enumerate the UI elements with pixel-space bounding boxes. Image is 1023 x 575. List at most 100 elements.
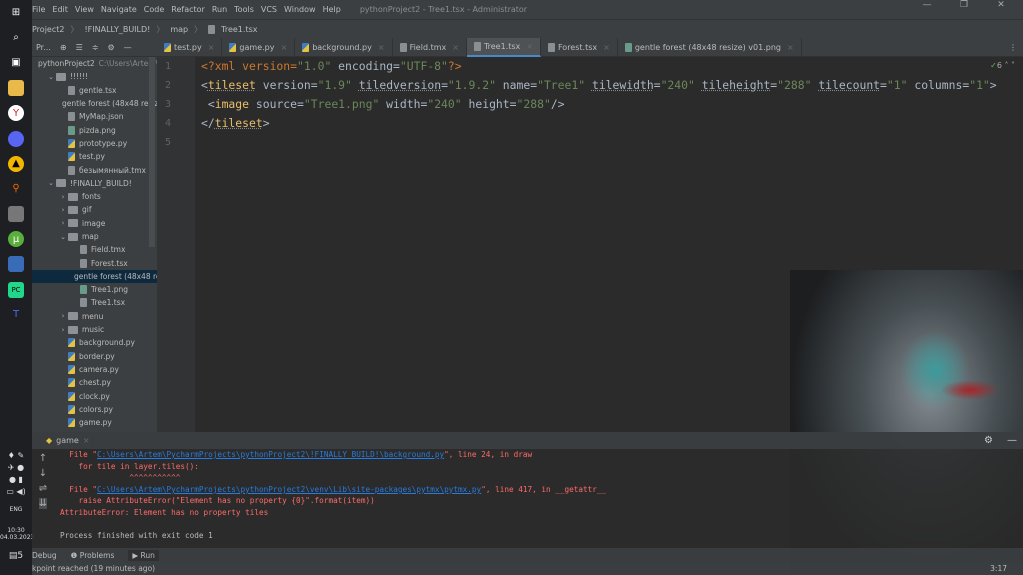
close-tab-icon[interactable]: ×	[208, 43, 215, 52]
close-tab-icon[interactable]: ×	[83, 436, 90, 445]
search-icon[interactable]: ⌕	[8, 30, 24, 46]
tree-item[interactable]: chest.py	[32, 376, 157, 389]
tree-item[interactable]: border.py	[32, 350, 157, 363]
tree-item[interactable]: › menu	[32, 310, 157, 323]
breadcrumb-folder[interactable]: !FINALLY_BUILD!	[84, 25, 150, 34]
menu-help[interactable]: Help	[323, 5, 341, 14]
scroll-to-end-icon[interactable]: ⇊	[38, 498, 48, 509]
tree-item[interactable]: camera.py	[32, 363, 157, 376]
console-output[interactable]: File "C:\Users\Artem\PycharmProjects\pyt…	[60, 449, 606, 542]
language-indicator[interactable]: ENG	[0, 506, 32, 513]
windows-start-icon[interactable]: ⊞	[8, 5, 24, 21]
pycharm-icon[interactable]: PC	[8, 281, 24, 298]
clock[interactable]: 10:30	[0, 527, 32, 534]
hide-icon[interactable]: —	[1007, 435, 1017, 446]
menu-view[interactable]: View	[75, 5, 94, 14]
tree-item[interactable]: › music	[32, 323, 157, 336]
settings-icon[interactable]: ⚙	[984, 435, 993, 446]
breadcrumb-map[interactable]: map	[170, 25, 188, 34]
menu-vcs[interactable]: VCS	[261, 5, 277, 14]
tree-item[interactable]: MyMap.json	[32, 110, 157, 123]
tree-item[interactable]: test.py	[32, 150, 157, 163]
close-tab-icon[interactable]: ×	[603, 43, 610, 52]
menu-window[interactable]: Window	[284, 5, 316, 14]
close-tab-icon[interactable]: ×	[526, 42, 533, 51]
settings-icon[interactable]: ⚙	[107, 43, 114, 52]
file-link[interactable]: C:\Users\Artem\PycharmProjects\pythonPro…	[97, 450, 444, 459]
menu-refactor[interactable]: Refactor	[171, 5, 205, 14]
tree-item[interactable]: background.py	[32, 336, 157, 349]
chevron-down-icon[interactable]: ⌄	[58, 233, 68, 241]
tab-forest-tsx[interactable]: Forest.tsx ×	[541, 37, 618, 57]
project-scrollbar[interactable]	[149, 57, 155, 247]
breadcrumb-file[interactable]: Tree1.tsx	[221, 25, 257, 34]
menu-edit[interactable]: Edit	[52, 5, 68, 14]
menu-navigate[interactable]: Navigate	[101, 5, 137, 14]
tree-item[interactable]: ⌄ !FINALLY_BUILD!	[32, 177, 157, 190]
chevron-right-icon[interactable]: ›	[58, 326, 68, 334]
tray-icons[interactable]: ♦ ✎ ✈ ● ● ▮ ▭ ◀)	[0, 450, 32, 498]
date[interactable]: 04.03.2023	[0, 534, 34, 541]
breadcrumb-project[interactable]: Project2	[32, 25, 64, 34]
down-arrow-icon[interactable]: ↓	[39, 468, 47, 479]
inspection-widget[interactable]: ✓6 ˄ ˅	[990, 61, 1015, 70]
chevron-down-icon[interactable]: ⌄	[46, 179, 56, 187]
notifications-icon[interactable]: ▤5	[0, 551, 32, 561]
close-tab-icon[interactable]: ×	[378, 43, 385, 52]
tree-item[interactable]: clock.py	[32, 389, 157, 402]
tab-gentle-forest-png[interactable]: gentle forest (48x48 resize) v01.png ×	[618, 37, 802, 57]
tab-problems[interactable]: ❶ Problems	[71, 551, 115, 560]
more-tabs-icon[interactable]: ⋮	[1009, 43, 1017, 52]
close-button[interactable]: ✕	[986, 0, 1016, 10]
utorrent-icon[interactable]: µ	[8, 231, 24, 248]
tree-item[interactable]: game.py	[32, 416, 157, 429]
app-icon[interactable]: ▲	[8, 155, 24, 172]
up-arrow-icon[interactable]: ↑	[39, 453, 47, 464]
tree-item[interactable]: gentle.tsx	[32, 84, 157, 97]
file-explorer-icon[interactable]	[8, 80, 24, 97]
tree-item[interactable]: Tree1.png	[32, 283, 157, 296]
tree-item[interactable]: Tree1.tsx	[32, 296, 157, 309]
task-view-icon[interactable]: ▣	[8, 55, 24, 71]
tree-item[interactable]: › fonts	[32, 190, 157, 203]
tree-item[interactable]: безымянный.tmx	[32, 163, 157, 176]
chevron-right-icon[interactable]: ›	[58, 193, 68, 201]
tree-item[interactable]: ⌄!!!!!!	[32, 70, 157, 83]
image-app-icon[interactable]	[8, 256, 24, 273]
collapse-all-icon[interactable]: ≑	[92, 43, 99, 52]
menu-file[interactable]: File	[32, 5, 45, 14]
tab-tree1-tsx[interactable]: Tree1.tsx ×	[466, 37, 541, 57]
tiled-icon[interactable]: T	[8, 307, 24, 323]
menu-code[interactable]: Code	[144, 5, 164, 14]
magnifier-app-icon[interactable]: ⚲	[8, 181, 24, 197]
tab-background-py[interactable]: background.py ×	[295, 37, 393, 57]
tab-game-py[interactable]: game.py ×	[222, 37, 296, 57]
discord-icon[interactable]	[8, 130, 24, 147]
tab-run[interactable]: ▶ Run	[128, 550, 159, 561]
yandex-browser-icon[interactable]: Y	[8, 105, 24, 122]
minimize-button[interactable]: —	[912, 0, 942, 10]
run-tab-game[interactable]: game	[56, 436, 79, 445]
tree-item[interactable]: › gif	[32, 203, 157, 216]
tab-test-py[interactable]: test.py ×	[157, 37, 223, 57]
expand-all-icon[interactable]: ☰	[76, 43, 83, 52]
restore-button[interactable]: ❐	[949, 0, 979, 10]
tree-item[interactable]: Forest.tsx	[32, 256, 157, 269]
tree-item[interactable]: ⌄ map	[32, 230, 157, 243]
tab-debug[interactable]: Debug	[32, 551, 57, 560]
chevron-right-icon[interactable]: ›	[58, 219, 68, 227]
file-link[interactable]: C:\Users\Artem\PycharmProjects\pythonPro…	[97, 485, 481, 494]
close-tab-icon[interactable]: ×	[787, 43, 794, 52]
hide-icon[interactable]: —	[124, 43, 132, 52]
tree-item[interactable]: pythonProject2 C:\Users\Artem\	[32, 57, 157, 70]
chevron-down-icon[interactable]: ⌄	[46, 73, 56, 81]
close-tab-icon[interactable]: ×	[280, 43, 287, 52]
tree-item[interactable]: Field.tmx	[32, 243, 157, 256]
tab-field-tmx[interactable]: Field.tmx ×	[393, 37, 467, 57]
locate-icon[interactable]: ⊕	[60, 43, 67, 52]
chevron-right-icon[interactable]: ›	[58, 312, 68, 320]
chevron-right-icon[interactable]: ›	[58, 206, 68, 214]
tree-item[interactable]: › image	[32, 217, 157, 230]
app-icon[interactable]	[8, 206, 24, 223]
menu-run[interactable]: Run	[212, 5, 227, 14]
